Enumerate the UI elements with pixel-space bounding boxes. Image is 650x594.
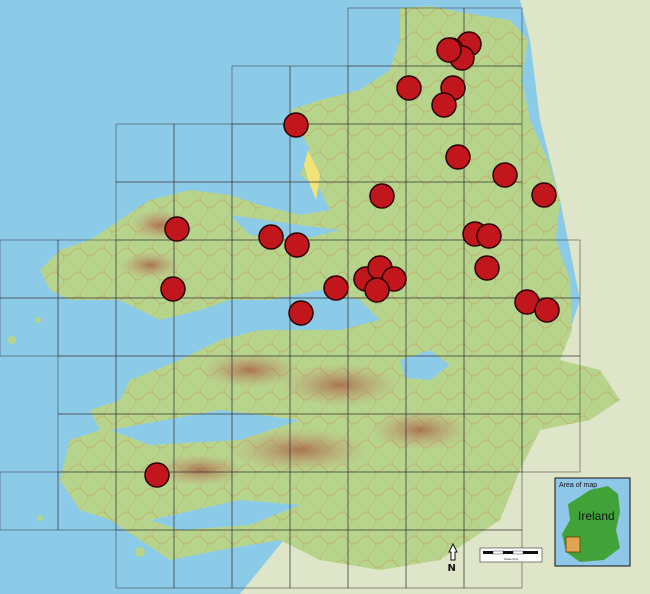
scale-label: Scale (km) [504,557,518,561]
map-marker[interactable] [474,255,500,281]
map-marker[interactable] [431,92,457,118]
map-marker[interactable] [283,112,309,138]
map-marker[interactable] [534,297,560,323]
map-marker[interactable] [164,216,190,242]
map-marker[interactable] [369,183,395,209]
inset-country-label: Ireland [578,509,615,523]
hill-shading [120,251,180,279]
inset-title: Area of map [559,482,597,489]
inset-map: Area of map Ireland [554,477,631,567]
map-marker[interactable] [492,162,518,188]
map-marker[interactable] [284,232,310,258]
scale-bar: Scale (km) [479,547,543,563]
north-label: N [448,563,456,574]
map-marker[interactable] [476,223,502,249]
map-marker[interactable] [531,182,557,208]
inset-area-box [565,536,581,553]
island [35,317,41,323]
map-marker[interactable] [445,144,471,170]
map-marker[interactable] [396,75,422,101]
map-marker[interactable] [323,275,349,301]
map-view[interactable]: N Scale (km) Area of map Ireland [0,0,650,594]
island [37,515,43,521]
hill-shading [230,428,370,472]
hill-shading [200,352,300,388]
island [135,547,145,557]
map-canvas[interactable]: N Scale (km) Area of map Ireland [0,0,650,594]
map-marker[interactable] [258,224,284,250]
island [8,336,16,344]
hill-shading [370,410,470,450]
map-marker[interactable] [160,276,186,302]
map-marker[interactable] [144,462,170,488]
map-marker[interactable] [288,300,314,326]
map-marker[interactable] [364,277,390,303]
map-marker[interactable] [436,37,462,63]
